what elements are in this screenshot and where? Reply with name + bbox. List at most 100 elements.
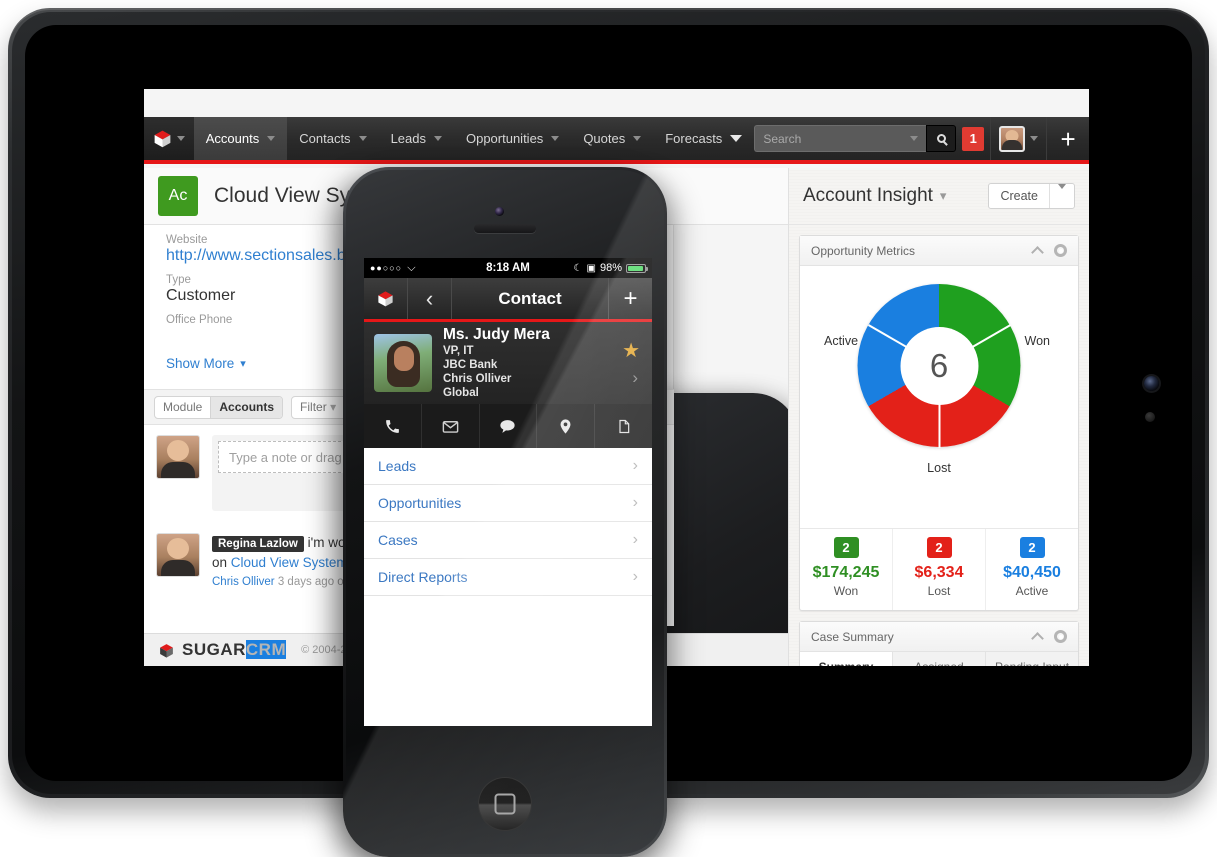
nav-label: Contacts [299, 131, 351, 146]
list-item-label: Opportunities [378, 495, 462, 511]
nav-label: Accounts [205, 131, 260, 146]
notification-badge[interactable]: 1 [962, 126, 985, 151]
nav-item-quotes[interactable]: Quotes [571, 117, 653, 160]
nav-item-opportunities[interactable]: Opportunities [454, 117, 571, 160]
nav-item-leads[interactable]: Leads [379, 117, 454, 160]
record-module-badge: Ac [158, 176, 198, 216]
chevron-down-icon [633, 136, 642, 141]
tab-pending-input[interactable]: Pending Input [986, 652, 1078, 666]
kpi-amount: $174,245 [812, 564, 880, 581]
cube-glyph [378, 291, 393, 307]
module-filter-value: Accounts [210, 396, 283, 418]
list-item-cases[interactable]: Cases › [364, 522, 652, 559]
search-input[interactable]: Search [754, 125, 927, 152]
nav-label: Opportunities [465, 131, 544, 146]
list-item-label: Direct Reports [378, 569, 468, 585]
case-summary-panel: Case Summary Summary Assigned Pending In… [799, 621, 1079, 666]
back-chevron-icon[interactable]: ‹ [408, 278, 452, 319]
panel-title: Case Summary [811, 629, 894, 644]
quick-create-button[interactable]: + [1047, 117, 1089, 160]
list-item-label: Leads [378, 458, 417, 474]
phone-page-title: Contact [498, 288, 562, 308]
tablet-camera-icon [1144, 376, 1159, 391]
create-dropdown-toggle[interactable] [1049, 184, 1074, 208]
logo-crm: CRM [245, 640, 287, 659]
feed-author-tag[interactable]: Regina Lazlow [212, 536, 304, 552]
opportunity-kpis: 2 $174,245 Won 2 $6,334 Lost 2 $40,450 A… [800, 528, 1078, 610]
tab-summary[interactable]: Summary [800, 652, 893, 666]
list-item-opportunities[interactable]: Opportunities › [364, 485, 652, 522]
phone-camera-icon [495, 207, 504, 216]
user-menu[interactable] [990, 117, 1048, 160]
donut-label-active: Active [824, 334, 859, 348]
chevron-down-icon [433, 136, 442, 141]
sugar-cube-logo-icon[interactable] [144, 117, 194, 160]
document-icon[interactable] [595, 404, 652, 448]
search-icon [936, 134, 946, 143]
contact-team: Global [443, 387, 479, 400]
sugar-cube-logo-icon[interactable] [364, 278, 408, 319]
kpi-name: Lost [927, 584, 951, 598]
battery-icon [626, 263, 648, 273]
dashboard-title[interactable]: Account Insight ▾ [803, 185, 946, 207]
kpi-count: 2 [926, 537, 952, 558]
search-button[interactable] [926, 125, 957, 152]
chevron-down-icon [267, 136, 276, 141]
contact-assigned-user: Chris Olliver [443, 373, 512, 386]
kpi-active: 2 $40,450 Active [986, 529, 1078, 610]
contact-info: Ms. Judy Mera VP, IT JBC Bank Chris Olli… [443, 326, 550, 401]
email-icon[interactable] [422, 404, 480, 448]
filter-text: Filter [300, 399, 327, 414]
do-not-disturb-icon: ☾ [573, 262, 583, 274]
phone-icon[interactable] [364, 404, 422, 448]
chevron-down-icon [910, 136, 919, 141]
chevron-down-icon [1030, 136, 1039, 141]
avatar [156, 435, 200, 479]
donut-ring: 6 [857, 284, 1021, 448]
feed-record-link[interactable]: Cloud View Systems. [231, 555, 358, 570]
kpi-amount: $40,450 [1003, 564, 1061, 581]
create-button[interactable]: Create [988, 183, 1075, 209]
location-pin-icon[interactable] [537, 404, 596, 448]
chevron-right-icon: › [632, 568, 638, 585]
main-navbar: Accounts Contacts Leads Opportunities Qu… [144, 117, 1089, 164]
screenshot-stage: 15:23 [0, 0, 1217, 857]
nav-item-accounts[interactable]: Accounts [193, 117, 288, 160]
kpi-name: Won [833, 584, 859, 598]
gear-icon[interactable] [1054, 244, 1067, 257]
phone-add-button[interactable]: + [608, 278, 652, 319]
list-item-direct-reports[interactable]: Direct Reports › [364, 559, 652, 596]
module-filter[interactable]: Module Accounts [154, 395, 284, 419]
phone-navbar: ‹ Contact + [364, 278, 652, 322]
star-icon[interactable]: ★ [622, 338, 640, 363]
gear-icon[interactable] [1054, 630, 1067, 643]
nav-item-forecasts[interactable]: Forecasts [653, 117, 754, 160]
phone-speaker [474, 224, 536, 233]
feed-meta-author[interactable]: Chris Olliver [212, 576, 275, 588]
chevron-right-icon[interactable]: › [632, 368, 638, 388]
chat-icon[interactable] [480, 404, 538, 448]
kpi-lost: 2 $6,334 Lost [893, 529, 986, 610]
global-search[interactable]: Search [754, 125, 957, 152]
sugarcrm-wordmark: SUGARCRM [182, 640, 287, 660]
cube-glyph [155, 130, 171, 148]
chevron-up-icon[interactable] [1031, 631, 1044, 645]
contact-card[interactable]: Ms. Judy Mera VP, IT JBC Bank Chris Olli… [364, 322, 652, 404]
phone-clock: 8:18 AM [486, 262, 530, 274]
nav-item-contacts[interactable]: Contacts [287, 117, 378, 160]
phone-home-button[interactable] [479, 778, 531, 830]
tab-assigned[interactable]: Assigned [893, 652, 986, 666]
list-item-label: Cases [378, 532, 418, 548]
logo-sugar: SUGAR [182, 640, 246, 659]
chevron-down-icon: ▾ [240, 358, 246, 370]
nav-label: Leads [390, 131, 426, 146]
panel-header: Opportunity Metrics [800, 236, 1078, 266]
chevron-right-icon: › [632, 531, 638, 548]
filter-label: Filter ▾ [300, 399, 337, 414]
chevron-up-icon[interactable] [1031, 245, 1044, 259]
email-glyph [442, 420, 459, 433]
phone-screen: ●●○○○ ⌵ 8:18 AM ☾ ▣ 98% ‹ Contact + Ms. … [364, 258, 652, 726]
chevron-right-icon: › [632, 494, 638, 511]
list-item-leads[interactable]: Leads › [364, 448, 652, 485]
tablet-sensor-icon [1145, 412, 1155, 422]
